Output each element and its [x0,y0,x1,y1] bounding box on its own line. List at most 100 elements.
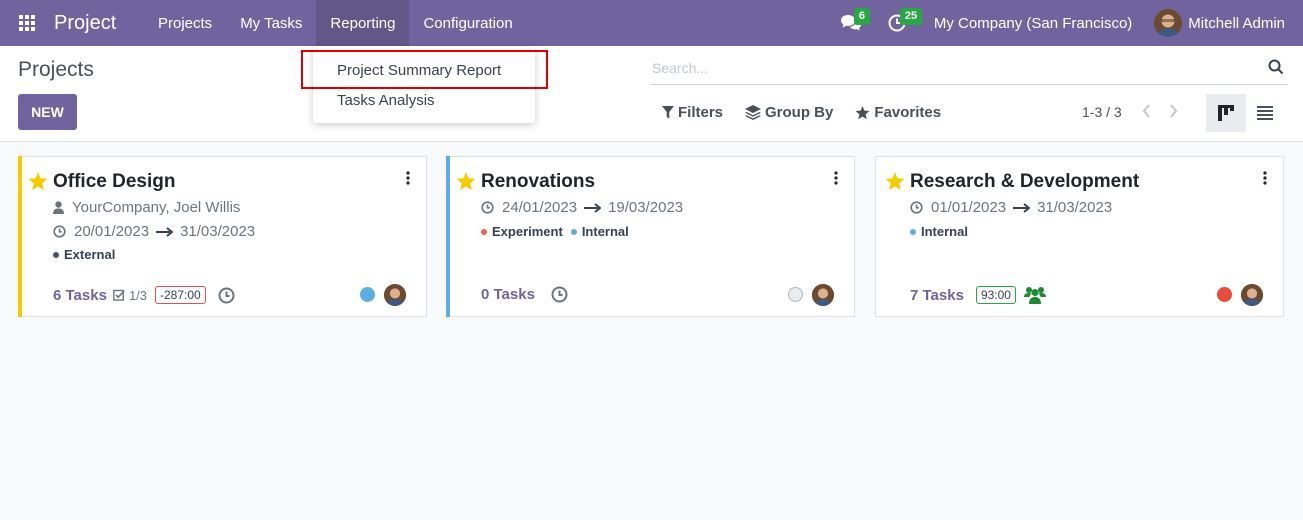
user-face-icon [1241,284,1263,306]
tasks-link[interactable]: 6 Tasks [53,287,107,304]
project-tags: External [53,247,123,262]
chevron-left-icon [1142,104,1150,118]
menu-item-tasks-analysis[interactable]: Tasks Analysis [337,92,435,109]
user-menu[interactable]: Mitchell Admin [1188,15,1285,32]
clock-icon [481,201,494,214]
highlight-box [301,50,548,89]
user-avatar[interactable] [1154,9,1183,37]
app-brand[interactable]: Project [54,12,134,35]
kebab-menu-icon[interactable] [834,171,838,185]
date-end: 31/03/2023 [1037,199,1113,216]
date-end: 19/03/2023 [608,199,684,216]
clock-icon [910,201,923,214]
search-icon[interactable] [1268,59,1284,75]
favorite-star-icon[interactable] [885,172,905,191]
pager-next-button[interactable] [1167,102,1179,123]
menu-reporting[interactable]: Reporting [316,0,410,46]
control-panel: Projects NEW Search... Filters Group By … [0,46,1303,142]
company-switcher[interactable]: My Company (San Francisco) [934,15,1132,32]
checkbox-icon [113,289,125,301]
menu-projects[interactable]: Projects [144,0,226,46]
kanban-icon [1218,105,1234,121]
filters-button[interactable]: Filters [662,104,723,121]
project-manager-avatar[interactable] [1241,284,1263,306]
kebab-menu-icon[interactable] [406,171,410,185]
kanban-view-button[interactable] [1206,94,1246,132]
chevron-right-icon [1170,104,1178,118]
arrow-right-icon [584,202,602,213]
tag-internal: Internal [570,224,629,239]
project-card-research-development[interactable]: Research & Development 01/01/2023 31/03/… [875,156,1284,317]
search-bar[interactable]: Search... [650,54,1288,85]
filters-label: Filters [678,104,724,121]
list-icon [1257,106,1273,120]
project-title[interactable]: Research & Development [910,171,1139,193]
color-stripe [18,156,22,317]
project-customer: YourCompany, Joel Willis [53,199,240,216]
project-tags: Internal [910,224,976,239]
favorite-star-icon[interactable] [28,172,48,191]
tag-external: External [53,247,115,262]
messages-button[interactable]: 6 [834,0,871,46]
arrow-right-icon [1013,202,1031,213]
favorites-label: Favorites [874,104,942,121]
clock-icon [53,225,66,238]
group-by-button[interactable]: Group By [745,104,833,121]
tasks-link[interactable]: 7 Tasks [910,287,964,304]
activities-button[interactable]: 25 [880,0,923,46]
project-title[interactable]: Renovations [481,171,595,193]
arrow-right-icon [156,226,174,237]
user-icon [53,201,64,214]
remaining-hours-badge: -287:00 [155,286,206,304]
card-footer: 6 Tasks 1/3 -287:00 [53,286,235,304]
activities-count-badge: 25 [899,8,923,25]
search-input[interactable]: Search... [652,60,708,76]
date-start: 20/01/2023 [74,223,150,240]
user-face-icon [384,284,406,306]
project-dates: 24/01/2023 19/03/2023 [481,199,683,216]
tasks-link[interactable]: 0 Tasks [481,286,535,303]
status-indicator[interactable] [1217,287,1232,302]
star-icon [855,105,870,119]
project-manager-avatar[interactable] [384,284,406,306]
top-navbar: Project Projects My Tasks Reporting Conf… [0,0,1303,46]
new-button[interactable]: NEW [18,94,77,130]
apps-grid-icon [19,15,35,31]
activity-clock-icon[interactable] [218,287,235,304]
card-footer: 0 Tasks [481,286,568,303]
list-view-button[interactable] [1247,94,1283,132]
project-title[interactable]: Office Design [53,171,175,193]
menu-my-tasks[interactable]: My Tasks [226,0,316,46]
date-start: 01/01/2023 [931,199,1007,216]
activity-clock-icon[interactable] [551,286,568,303]
date-end: 31/03/2023 [180,223,256,240]
pager-previous-button[interactable] [1141,102,1153,123]
allocated-hours-badge: 93:00 [975,286,1016,304]
favorites-button[interactable]: Favorites [855,104,941,121]
menu-configuration[interactable]: Configuration [409,0,526,46]
filter-icon [662,106,674,119]
favorite-star-icon[interactable] [456,172,476,191]
tag-experiment: Experiment [481,224,563,239]
project-dates: 20/01/2023 31/03/2023 [53,223,255,240]
tag-internal: Internal [910,224,968,239]
user-face-icon [1154,9,1183,37]
user-face-icon [812,284,834,306]
project-dates: 01/01/2023 31/03/2023 [910,199,1112,216]
page-title: Projects [18,58,94,81]
milestones-count[interactable]: 1/3 [113,288,147,303]
card-footer: 7 Tasks 93:00 [910,286,1046,304]
customer-name: YourCompany, Joel Willis [72,199,241,216]
color-stripe [446,156,450,317]
project-tags: Experiment Internal [481,224,637,239]
messages-count-badge: 6 [853,8,871,25]
project-card-renovations[interactable]: Renovations 24/01/2023 19/03/2023 Experi… [446,156,855,317]
project-manager-avatar[interactable] [812,284,834,306]
pager-value[interactable]: 1-3 / 3 [1082,104,1122,120]
apps-menu-button[interactable] [0,0,54,46]
status-indicator[interactable] [788,287,803,302]
project-card-office-design[interactable]: Office Design YourCompany, Joel Willis 2… [18,156,427,317]
kebab-menu-icon[interactable] [1263,171,1267,185]
users-icon[interactable] [1023,286,1046,304]
status-indicator[interactable] [360,287,375,302]
